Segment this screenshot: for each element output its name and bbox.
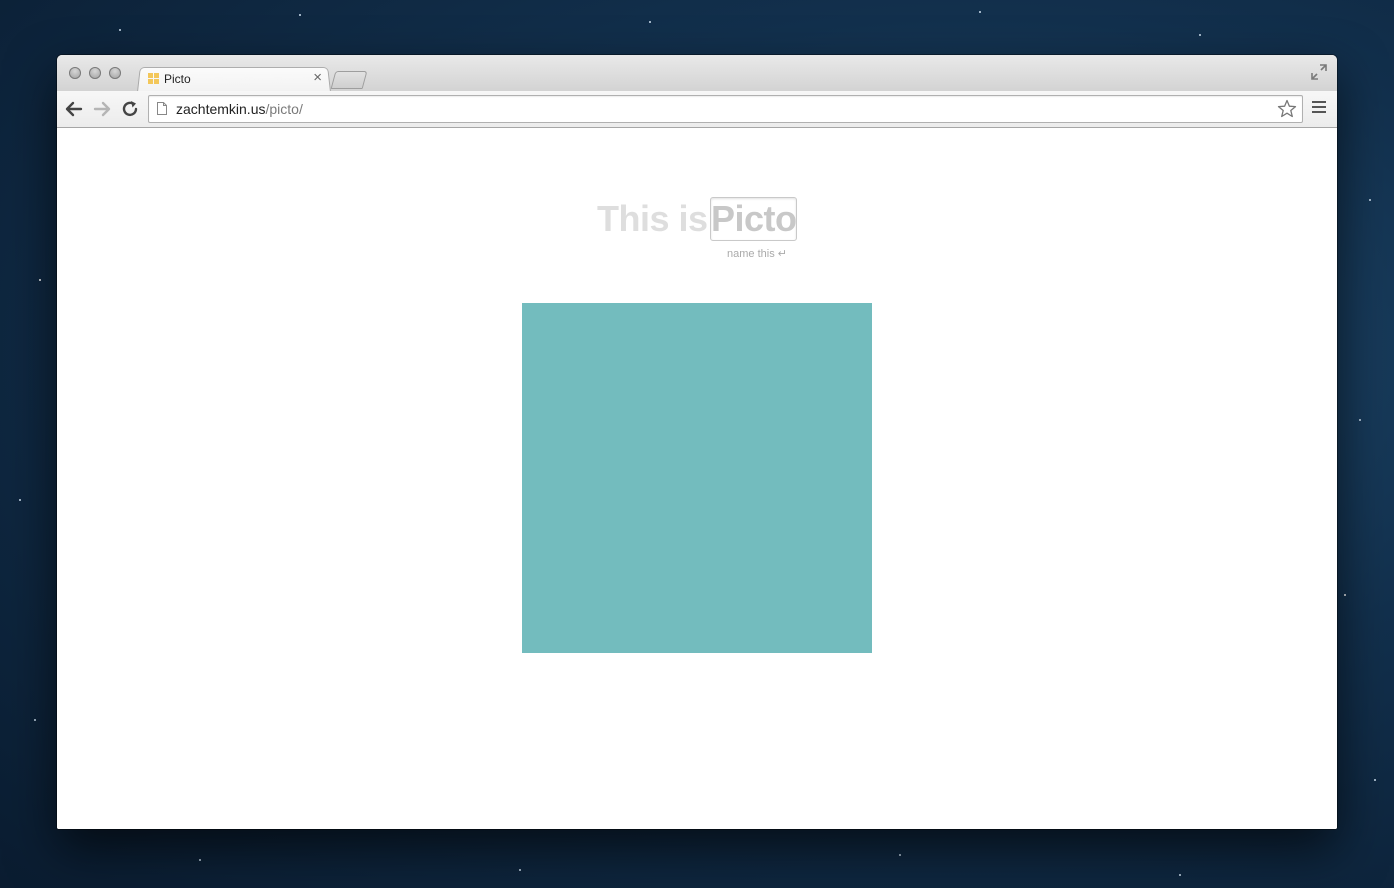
reload-icon[interactable] <box>120 99 140 119</box>
url-domain: zachtemkin.us <box>176 101 266 117</box>
browser-toolbar: zachtemkin.us/picto/ <box>57 91 1337 128</box>
address-bar[interactable]: zachtemkin.us/picto/ <box>148 95 1303 123</box>
tab-close-button[interactable]: × <box>313 70 322 86</box>
picto-square[interactable] <box>522 303 872 653</box>
tab-title: Picto <box>164 72 191 86</box>
new-tab-button[interactable] <box>330 71 368 89</box>
picto-favicon-icon <box>148 73 159 84</box>
hint-text: name this <box>727 248 775 260</box>
back-arrow-icon[interactable] <box>64 99 84 119</box>
page-content: This is name this ↵ <box>57 128 1337 829</box>
page-icon <box>157 102 167 115</box>
minimize-window-button[interactable] <box>89 67 101 79</box>
url-text: zachtemkin.us/picto/ <box>176 101 303 117</box>
browser-window: Picto × zachtemkin.us/picto/ This is Pic… <box>57 55 1337 829</box>
title-bar: Picto × <box>57 55 1337 92</box>
close-window-button[interactable] <box>69 67 81 79</box>
star-icon[interactable] <box>1277 99 1297 119</box>
hamburger-menu-icon[interactable] <box>1312 101 1326 115</box>
name-hint: name this ↵ <box>727 247 787 260</box>
url-path: /picto/ <box>265 101 303 117</box>
fullscreen-icon[interactable] <box>1311 64 1327 80</box>
zoom-window-button[interactable] <box>109 67 121 79</box>
enter-key-icon: ↵ <box>777 248 787 260</box>
name-input[interactable] <box>710 197 797 241</box>
forward-arrow-icon[interactable] <box>92 99 112 119</box>
tab-content: Picto × <box>145 69 325 89</box>
headline-prefix: This is <box>597 198 708 239</box>
